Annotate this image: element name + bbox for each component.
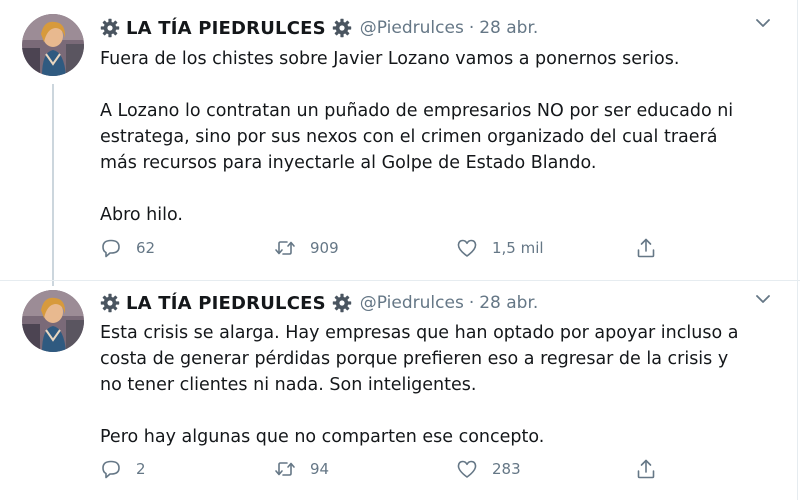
tweet-paragraph: Esta crisis se alarga. Hay empresas que … bbox=[100, 323, 739, 395]
like-button[interactable]: 283 bbox=[456, 458, 521, 480]
tweet-date[interactable]: 28 abr. bbox=[479, 18, 538, 38]
display-name[interactable]: LA TÍA PIEDRULCES bbox=[126, 293, 326, 314]
retweet-icon bbox=[274, 458, 296, 480]
reply-button[interactable]: 62 bbox=[100, 237, 155, 259]
reply-button[interactable]: 2 bbox=[100, 458, 146, 480]
tweet-paragraph: A Lozano lo contratan un puñado de empre… bbox=[100, 101, 734, 173]
chevron-down-icon[interactable] bbox=[754, 14, 772, 32]
user-handle[interactable]: @Piedrulces bbox=[360, 293, 464, 313]
gear-icon bbox=[332, 18, 352, 38]
reply-count: 2 bbox=[136, 460, 146, 478]
reply-icon bbox=[100, 458, 122, 480]
retweet-count: 909 bbox=[310, 239, 339, 257]
tweet-actions: 2 94 283 bbox=[100, 458, 680, 484]
share-icon bbox=[635, 237, 657, 259]
heart-icon bbox=[456, 458, 478, 480]
retweet-icon bbox=[274, 237, 296, 259]
retweet-count: 94 bbox=[310, 460, 330, 478]
display-name[interactable]: LA TÍA PIEDRULCES bbox=[126, 18, 326, 39]
tweet-paragraph: Fuera de los chistes sobre Javier Lozano… bbox=[100, 49, 680, 69]
tweet[interactable]: LA TÍA PIEDRULCES @Piedrulces · 28 abr. bbox=[0, 0, 800, 280]
tweet-text: Esta crisis se alarga. Hay empresas que … bbox=[100, 320, 740, 450]
like-button[interactable]: 1,5 mil bbox=[456, 237, 544, 259]
tweet-header: LA TÍA PIEDRULCES @Piedrulces · 28 abr. bbox=[100, 16, 760, 40]
tweet-paragraph: Abro hilo. bbox=[100, 205, 183, 225]
separator-dot: · bbox=[468, 293, 475, 313]
gear-icon bbox=[100, 293, 120, 313]
reply-icon bbox=[100, 237, 122, 259]
tweet-text: Fuera de los chistes sobre Javier Lozano… bbox=[100, 46, 740, 228]
tweet-date[interactable]: 28 abr. bbox=[479, 293, 538, 313]
retweet-button[interactable]: 909 bbox=[274, 237, 339, 259]
share-icon bbox=[635, 458, 657, 480]
avatar[interactable] bbox=[22, 290, 84, 352]
tweet-actions: 62 909 1,5 mil bbox=[100, 237, 680, 263]
tweet[interactable]: LA TÍA PIEDRULCES @Piedrulces · 28 abr. bbox=[0, 280, 800, 500]
separator-dot: · bbox=[468, 18, 475, 38]
avatar[interactable] bbox=[22, 14, 84, 76]
tweet-paragraph: Pero hay algunas que no comparten ese co… bbox=[100, 427, 545, 447]
share-button[interactable] bbox=[635, 237, 671, 259]
gear-icon bbox=[332, 293, 352, 313]
like-count: 1,5 mil bbox=[492, 239, 544, 257]
share-button[interactable] bbox=[635, 458, 671, 480]
heart-icon bbox=[456, 237, 478, 259]
chevron-down-icon[interactable] bbox=[754, 290, 772, 308]
gear-icon bbox=[100, 18, 120, 38]
user-handle[interactable]: @Piedrulces bbox=[360, 18, 464, 38]
reply-count: 62 bbox=[136, 239, 156, 257]
tweet-header: LA TÍA PIEDRULCES @Piedrulces · 28 abr. bbox=[100, 291, 760, 315]
like-count: 283 bbox=[492, 460, 521, 478]
retweet-button[interactable]: 94 bbox=[274, 458, 329, 480]
